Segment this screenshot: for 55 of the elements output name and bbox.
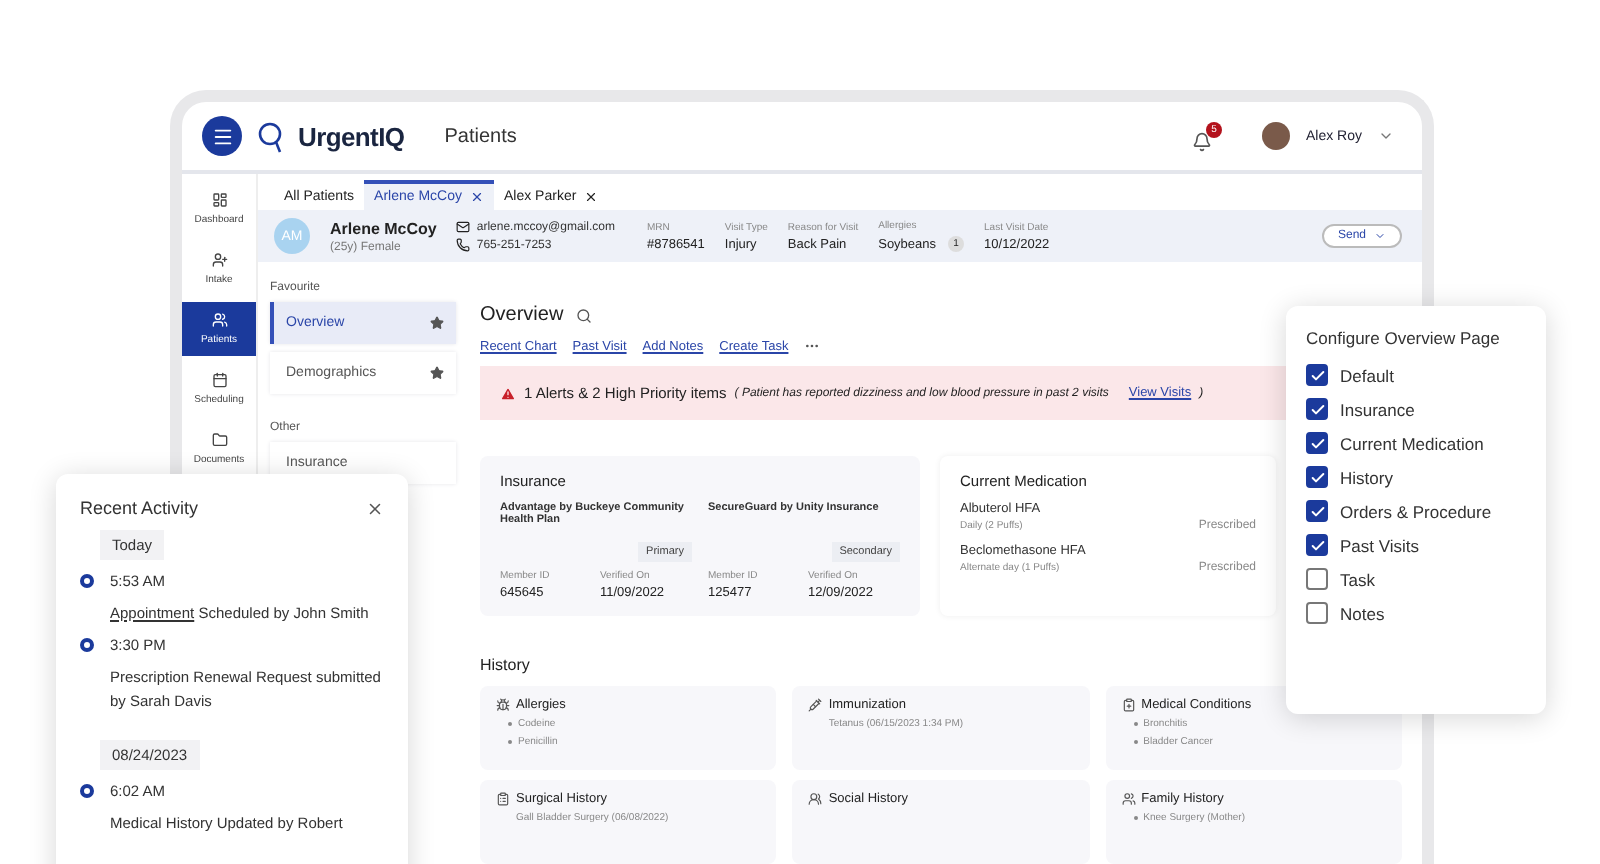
nav-icon: [211, 312, 227, 328]
close-icon[interactable]: [470, 190, 484, 204]
history-icon: [808, 792, 823, 806]
phone-icon: [456, 238, 471, 252]
option-label: Task: [1340, 569, 1375, 589]
menu-button[interactable]: [202, 116, 242, 156]
user-avatar: [1261, 122, 1290, 150]
checkbox[interactable]: [1306, 364, 1328, 386]
option-label: Past Visits: [1340, 535, 1420, 555]
checkbox[interactable]: [1306, 398, 1328, 420]
star-icon[interactable]: [430, 366, 444, 380]
checkbox[interactable]: [1306, 534, 1328, 556]
nav-icon: [211, 252, 227, 268]
brand-name: UrgentIQ: [298, 121, 405, 151]
bullet-icon: [1133, 721, 1138, 726]
bullet-icon: [1133, 815, 1138, 820]
history-icon: [808, 698, 823, 712]
warning-icon: [500, 385, 516, 401]
checkbox[interactable]: [1306, 432, 1328, 454]
close-icon[interactable]: [584, 190, 599, 204]
nav-icon: [211, 372, 227, 388]
option-label: History: [1340, 467, 1393, 487]
checkbox[interactable]: [1306, 500, 1328, 522]
history-icon: [496, 698, 510, 712]
option-label: Insurance: [1340, 399, 1415, 419]
panel-title: Configure Overview Page: [1306, 328, 1502, 348]
option-label: Current Medication: [1340, 433, 1484, 453]
close-icon[interactable]: [366, 499, 384, 517]
history-icon: [1121, 792, 1136, 806]
nav-icon: [211, 192, 227, 208]
timeline-dot: [80, 574, 94, 588]
checkbox[interactable]: [1306, 466, 1328, 488]
section-title: History: [480, 656, 532, 674]
star-icon[interactable]: [430, 316, 444, 330]
checkbox[interactable]: [1306, 602, 1328, 624]
option-label: Notes: [1340, 603, 1385, 623]
patient-name: Arlene McCoy: [330, 219, 437, 237]
option-label: Default: [1340, 365, 1394, 385]
history-icon: [1121, 698, 1136, 712]
option-label: Orders & Procedure: [1340, 501, 1492, 521]
page-title: Patients: [444, 125, 517, 147]
chevron-down-icon[interactable]: [1378, 128, 1394, 144]
caret-icon: [1374, 230, 1386, 242]
checkbox[interactable]: [1306, 568, 1328, 590]
timeline-dot: [80, 783, 94, 798]
timeline-dot: [80, 638, 94, 653]
nav-icon: [211, 432, 227, 448]
bullet-icon: [1133, 739, 1138, 744]
section-title: Overview: [480, 304, 564, 326]
panel-title: Recent Activity: [80, 498, 199, 518]
history-icon: [496, 792, 510, 806]
search-icon[interactable]: [575, 307, 592, 323]
mail-icon: [456, 220, 471, 234]
logo-icon: [258, 119, 282, 153]
menu-icon: [211, 125, 233, 147]
